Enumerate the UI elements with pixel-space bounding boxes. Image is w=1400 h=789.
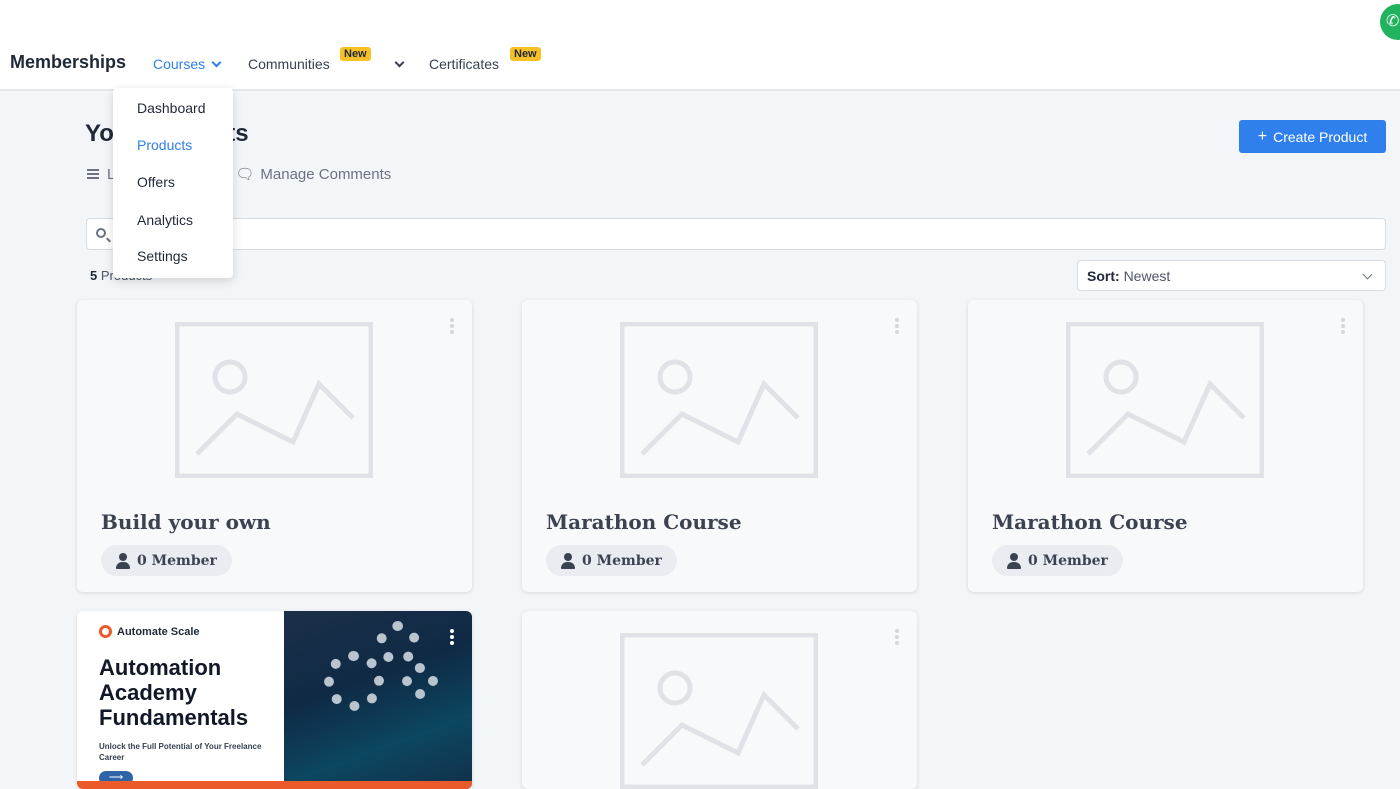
more-options-icon[interactable] xyxy=(450,629,454,645)
list-icon xyxy=(87,169,99,179)
person-icon xyxy=(1006,552,1022,569)
new-badge: New xyxy=(510,47,541,61)
courses-dropdown-menu: Dashboard Products Offers Analytics Sett… xyxy=(113,88,233,278)
member-count: 0 Member xyxy=(582,552,662,569)
member-count-badge: 0 Member xyxy=(992,545,1123,576)
new-badge: New xyxy=(340,47,371,61)
nav-courses-label: Courses xyxy=(153,56,206,72)
automate-scale-logo: Automate Scale xyxy=(99,625,200,638)
more-options-icon[interactable] xyxy=(895,629,899,645)
product-card[interactable]: Marathon Course 0 Member xyxy=(522,300,917,592)
brand-title: Memberships xyxy=(10,52,127,72)
more-options-icon[interactable] xyxy=(895,318,899,334)
sort-select[interactable]: Sort: Newest xyxy=(1077,260,1386,291)
nav-communities-label: Communities xyxy=(248,56,330,72)
sort-label: Sort: xyxy=(1087,268,1120,284)
more-options-icon[interactable] xyxy=(1341,318,1345,334)
product-thumbnail: Automate Scale Automation Academy Fundam… xyxy=(77,611,284,789)
manage-comments-link[interactable]: Manage Comments xyxy=(260,166,391,183)
product-title[interactable]: Build your own xyxy=(101,510,271,534)
more-options-icon[interactable] xyxy=(450,318,454,334)
image-placeholder-icon xyxy=(620,633,818,789)
product-card[interactable]: Automate Scale Automation Academy Fundam… xyxy=(77,611,472,789)
nav-communities[interactable]: Communities New xyxy=(248,47,371,72)
thumbnail-subtitle: Unlock the Full Potential of Your Freela… xyxy=(99,742,262,762)
menu-item-settings[interactable]: Settings xyxy=(137,248,188,264)
member-count: 0 Member xyxy=(137,552,217,569)
chevron-down-icon[interactable] xyxy=(394,57,405,68)
search-input[interactable] xyxy=(115,219,1375,249)
logo-text: Automate Scale xyxy=(117,625,200,638)
product-count-number: 5 xyxy=(90,268,98,283)
phone-icon[interactable]: ✆ xyxy=(1380,4,1400,40)
member-count-badge: 0 Member xyxy=(546,545,677,576)
product-title[interactable]: Marathon Course xyxy=(546,510,742,534)
sort-value: Newest xyxy=(1123,268,1171,284)
chevron-down-icon xyxy=(211,57,222,67)
chevron-down-icon xyxy=(1362,269,1373,280)
member-count: 0 Member xyxy=(1028,552,1108,569)
gear-icon xyxy=(324,651,384,711)
create-product-label: Create Product xyxy=(1273,128,1368,145)
member-count-badge: 0 Member xyxy=(101,545,232,576)
gear-icon xyxy=(402,663,438,699)
menu-item-products[interactable]: Products xyxy=(137,137,192,153)
create-product-button[interactable]: + Create Product xyxy=(1239,120,1386,153)
thumbnail-heading: Automation Academy Fundamentals xyxy=(99,655,249,730)
search-icon xyxy=(96,228,106,238)
menu-item-analytics[interactable]: Analytics xyxy=(137,212,193,228)
image-placeholder-icon xyxy=(620,322,818,478)
nav-certificates-label: Certificates xyxy=(429,56,500,72)
logo-icon xyxy=(99,625,112,638)
person-icon xyxy=(115,552,131,569)
product-card[interactable]: Marathon Course 0 Member xyxy=(968,300,1363,592)
top-nav-bar: Memberships Courses Communities New Cert… xyxy=(0,0,1400,91)
image-placeholder-icon xyxy=(1066,322,1264,478)
gear-icon xyxy=(376,621,420,665)
product-title[interactable]: Marathon Course xyxy=(992,510,1188,534)
person-icon xyxy=(560,552,576,569)
gears-illustration xyxy=(284,611,472,789)
comment-icon: 🗨 xyxy=(235,166,255,183)
nav-courses[interactable]: Courses xyxy=(153,56,222,72)
menu-item-dashboard[interactable]: Dashboard xyxy=(137,100,206,116)
product-card[interactable]: Build your own 0 Member xyxy=(77,300,472,592)
product-card[interactable] xyxy=(522,611,917,789)
plus-icon: + xyxy=(1257,127,1268,145)
nav-certificates[interactable]: Certificates New xyxy=(429,47,541,72)
thumbnail-accent-bar xyxy=(77,781,472,789)
image-placeholder-icon xyxy=(175,322,373,478)
menu-item-offers[interactable]: Offers xyxy=(137,174,175,190)
search-box xyxy=(86,218,1386,250)
